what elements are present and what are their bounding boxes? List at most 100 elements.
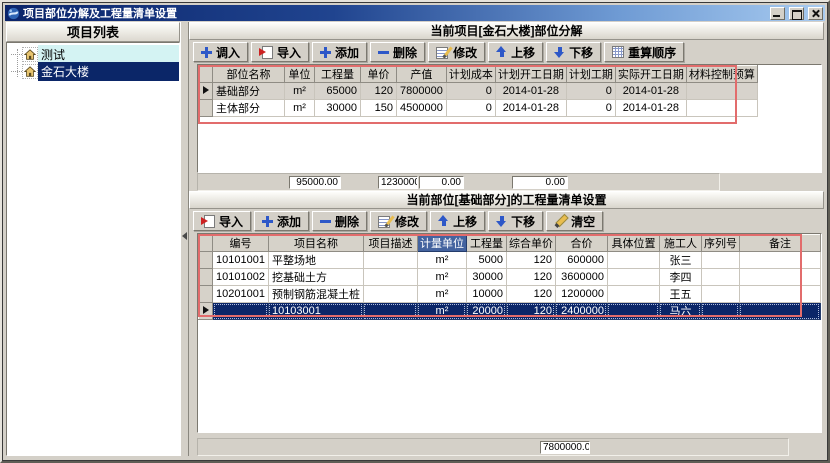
cell-unit[interactable]: m²	[285, 83, 315, 100]
column-header[interactable]: 计划工期	[566, 66, 615, 83]
cell-description[interactable]	[363, 303, 417, 320]
cell-planned-duration[interactable]: 0	[566, 100, 615, 117]
column-header[interactable]: 合价	[555, 235, 607, 252]
table-row[interactable]: 10101002 挖基础土方 m² 30000 120 3600000 李四	[199, 269, 821, 286]
cell-serial[interactable]	[701, 252, 739, 269]
cell-location[interactable]	[607, 286, 659, 303]
recalc-order-button[interactable]: 重算顺序	[604, 42, 684, 62]
cell-unit-price[interactable]: 120	[506, 303, 555, 320]
cell-worker[interactable]: 马六	[659, 303, 701, 320]
collapse-arrow-icon[interactable]	[182, 232, 187, 240]
column-header-active[interactable]: 计量单位	[417, 235, 466, 252]
cell-code[interactable]	[213, 303, 269, 320]
add-button[interactable]: 添加	[312, 42, 367, 62]
cell-worker[interactable]: 张三	[659, 252, 701, 269]
cell-serial[interactable]	[701, 303, 739, 320]
column-header[interactable]: 施工人	[659, 235, 701, 252]
column-header[interactable]: 单位	[285, 66, 315, 83]
cell-part-name[interactable]: 基础部分	[213, 83, 285, 100]
cell-location[interactable]	[607, 269, 659, 286]
tree-item-test[interactable]: 测试	[7, 46, 179, 63]
cell-unit[interactable]: m²	[417, 252, 466, 269]
import-button[interactable]: 导入	[193, 211, 251, 231]
cell-description[interactable]	[363, 269, 417, 286]
cell-unit[interactable]: m²	[285, 100, 315, 117]
cell-worker[interactable]: 王五	[659, 286, 701, 303]
cell-planned-start[interactable]: 2014-01-28	[495, 100, 566, 117]
cell-quantity[interactable]: 30000	[466, 269, 506, 286]
cell-quantity[interactable]: 20000	[466, 303, 506, 320]
cell-item-name[interactable]: 平整场地	[268, 252, 363, 269]
move-down-button[interactable]: 下移	[488, 211, 543, 231]
row-marker[interactable]	[199, 286, 213, 303]
cell-unit-price[interactable]: 120	[506, 252, 555, 269]
tree-item-jinshi-building[interactable]: 金石大楼	[7, 63, 179, 80]
move-up-button[interactable]: 上移	[430, 211, 485, 231]
cell-location[interactable]	[607, 303, 659, 320]
cell-total-price[interactable]: 1200000	[555, 286, 607, 303]
cell-total-price[interactable]: 600000	[555, 252, 607, 269]
cell-actual-start[interactable]: 2014-01-28	[615, 83, 686, 100]
cell-part-name[interactable]: 主体部分	[213, 100, 285, 117]
move-down-button[interactable]: 下移	[546, 42, 601, 62]
panel-splitter[interactable]	[180, 22, 189, 456]
cell-quantity[interactable]: 30000	[315, 100, 361, 117]
column-header[interactable]: 实际开工日期	[615, 66, 686, 83]
cell-serial[interactable]	[701, 269, 739, 286]
cell-unit-price[interactable]: 120	[361, 83, 397, 100]
cell-material-budget[interactable]	[686, 100, 757, 117]
column-header[interactable]: 计划开工日期	[495, 66, 566, 83]
modify-button[interactable]: 修改	[370, 211, 427, 231]
cell-planned-cost[interactable]: 0	[446, 100, 495, 117]
load-in-button[interactable]: 调入	[193, 42, 248, 62]
cell-remark[interactable]	[739, 303, 820, 320]
cell-quantity[interactable]: 10000	[466, 286, 506, 303]
cell-item-name[interactable]: 10103001	[268, 303, 363, 320]
column-header[interactable]: 编号	[213, 235, 269, 252]
table-row[interactable]: 10201001 预制钢筋混凝土桩 m² 10000 120 1200000 王…	[199, 286, 821, 303]
column-header[interactable]: 具体位置	[607, 235, 659, 252]
row-marker[interactable]	[199, 269, 213, 286]
column-header[interactable]: 综合单价	[506, 235, 555, 252]
cell-unit-price[interactable]: 120	[506, 269, 555, 286]
cell-planned-start[interactable]: 2014-01-28	[495, 83, 566, 100]
cell-serial[interactable]	[701, 286, 739, 303]
cell-item-name[interactable]: 预制钢筋混凝土桩	[268, 286, 363, 303]
current-row-marker[interactable]	[199, 83, 213, 100]
column-header[interactable]: 序列号	[701, 235, 739, 252]
cell-location[interactable]	[607, 252, 659, 269]
modify-button[interactable]: 修改	[428, 42, 485, 62]
row-marker[interactable]	[199, 100, 213, 117]
cell-total-price[interactable]: 3600000	[555, 269, 607, 286]
cell-remark[interactable]	[739, 269, 820, 286]
cell-unit[interactable]: m²	[417, 269, 466, 286]
cell-unit[interactable]: m²	[417, 286, 466, 303]
move-up-button[interactable]: 上移	[488, 42, 543, 62]
cell-planned-duration[interactable]: 0	[566, 83, 615, 100]
cell-code[interactable]: 10101002	[213, 269, 269, 286]
tree-item-label[interactable]: 金石大楼	[38, 62, 179, 81]
column-header[interactable]: 部位名称	[213, 66, 285, 83]
table-row-selected[interactable]: 10103001 m² 20000 120 2400000 马六	[199, 303, 821, 320]
add-button[interactable]: 添加	[254, 211, 309, 231]
column-header[interactable]: 单价	[361, 66, 397, 83]
delete-button[interactable]: 删除	[370, 42, 425, 62]
cell-item-name[interactable]: 挖基础土方	[268, 269, 363, 286]
import-button[interactable]: 导入	[251, 42, 309, 62]
column-header[interactable]: 备注	[739, 235, 820, 252]
cell-output-value[interactable]: 7800000	[397, 83, 447, 100]
column-header[interactable]: 产值	[397, 66, 447, 83]
table-row[interactable]: 10101001 平整场地 m² 5000 120 600000 张三	[199, 252, 821, 269]
column-header[interactable]: 材料控制预算	[686, 66, 757, 83]
cell-remark[interactable]	[739, 286, 820, 303]
cell-actual-start[interactable]: 2014-01-28	[615, 100, 686, 117]
cell-planned-cost[interactable]: 0	[446, 83, 495, 100]
cell-unit-price[interactable]: 150	[361, 100, 397, 117]
column-header[interactable]: 项目描述	[363, 235, 417, 252]
cell-code[interactable]: 10201001	[213, 286, 269, 303]
cell-unit-price[interactable]: 120	[506, 286, 555, 303]
cell-output-value[interactable]: 4500000	[397, 100, 447, 117]
column-header[interactable]: 项目名称	[268, 235, 363, 252]
close-icon[interactable]	[808, 7, 823, 20]
cell-worker[interactable]: 李四	[659, 269, 701, 286]
